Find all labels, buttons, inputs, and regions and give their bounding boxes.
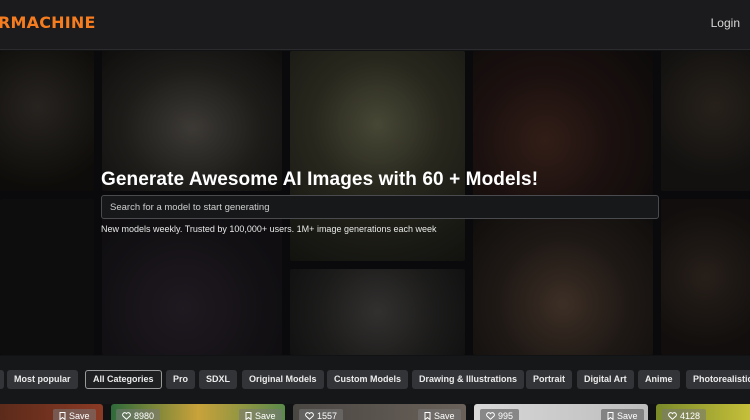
heart-icon bbox=[122, 410, 131, 420]
category-bar: Most popular All Categories Pro SDXL Ori… bbox=[0, 356, 750, 404]
model-card[interactable]: 1557 Save bbox=[293, 404, 466, 420]
heart-icon bbox=[305, 410, 314, 420]
like-count-value: 4128 bbox=[680, 411, 701, 420]
category-chip-digital-art[interactable]: Digital Art bbox=[577, 370, 634, 389]
category-chip-original-models[interactable]: Original Models bbox=[242, 370, 324, 389]
heart-icon bbox=[486, 410, 495, 420]
category-chip-custom-models[interactable]: Custom Models bbox=[327, 370, 409, 389]
save-button[interactable]: Save bbox=[239, 409, 282, 420]
category-chip-sdxl[interactable]: SDXL bbox=[199, 370, 238, 389]
bookmark-icon bbox=[424, 410, 431, 420]
category-chip-photorealistic[interactable]: Photorealistic bbox=[686, 370, 750, 389]
category-chip-drawing-illustrations[interactable]: Drawing & Illustrations bbox=[412, 370, 525, 389]
save-button[interactable]: Save bbox=[418, 409, 461, 420]
bookmark-icon bbox=[245, 410, 252, 420]
hero-tagline: New models weekly. Trusted by 100,000+ u… bbox=[101, 224, 437, 234]
save-label: Save bbox=[69, 411, 90, 420]
bookmark-icon bbox=[607, 410, 614, 420]
model-card[interactable]: 8980 Save bbox=[111, 404, 285, 420]
like-count[interactable]: 995 bbox=[480, 409, 520, 420]
like-count-value: 8980 bbox=[134, 411, 155, 420]
model-card-strip: Save 8980 Save 1557 Save 995 Save 4128 bbox=[0, 404, 750, 420]
category-chip-all-categories[interactable]: All Categories bbox=[85, 370, 162, 389]
save-button[interactable]: Save bbox=[601, 409, 644, 420]
model-search-input[interactable] bbox=[101, 195, 659, 219]
hero-title: Generate Awesome AI Images with 60 + Mod… bbox=[101, 169, 539, 190]
like-count[interactable]: 1557 bbox=[299, 409, 344, 420]
category-chip-most-popular[interactable]: Most popular bbox=[7, 370, 78, 389]
save-label: Save bbox=[255, 411, 276, 420]
login-link[interactable]: Login bbox=[711, 16, 740, 30]
heart-icon bbox=[668, 410, 677, 420]
hero-section: Generate Awesome AI Images with 60 + Mod… bbox=[0, 51, 750, 355]
brand-logo[interactable]: RMACHINE bbox=[0, 13, 96, 32]
save-label: Save bbox=[434, 411, 455, 420]
category-chip-portrait[interactable]: Portrait bbox=[526, 370, 573, 389]
like-count-value: 995 bbox=[498, 411, 514, 420]
category-chip-partial[interactable] bbox=[0, 370, 4, 389]
like-count-value: 1557 bbox=[317, 411, 338, 420]
category-chip-pro[interactable]: Pro bbox=[166, 370, 196, 389]
save-label: Save bbox=[617, 411, 638, 420]
top-bar: RMACHINE Login bbox=[0, 0, 750, 50]
model-card[interactable]: 995 Save bbox=[474, 404, 648, 420]
bookmark-icon bbox=[59, 410, 66, 420]
save-button[interactable]: Save bbox=[53, 409, 96, 420]
model-card[interactable]: Save bbox=[0, 404, 103, 420]
like-count[interactable]: 4128 bbox=[662, 409, 707, 420]
category-chip-anime[interactable]: Anime bbox=[638, 370, 680, 389]
model-card[interactable]: 4128 bbox=[656, 404, 750, 420]
like-count[interactable]: 8980 bbox=[116, 409, 161, 420]
